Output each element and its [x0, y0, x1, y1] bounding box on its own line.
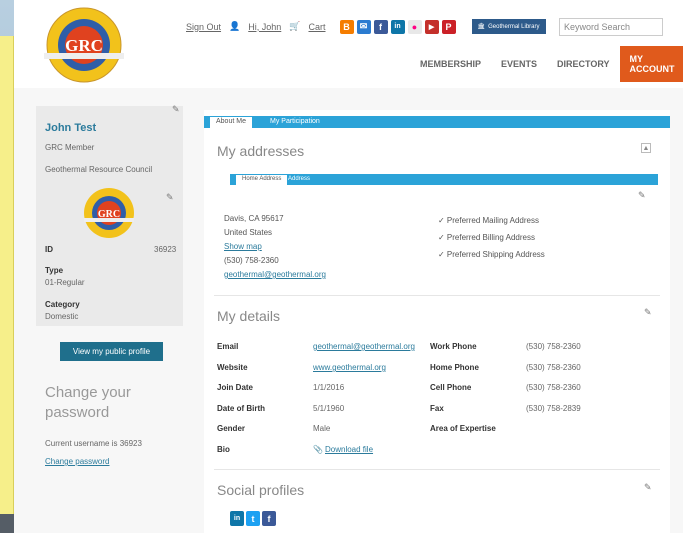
- address-tabs: Home Address Address: [230, 174, 658, 185]
- detail-bio-label: Bio: [217, 445, 230, 454]
- current-username: Current username is 36923: [45, 439, 142, 448]
- preferred-billing: ✓ Preferred Billing Address: [438, 233, 535, 242]
- linkedin-icon[interactable]: in: [230, 511, 244, 526]
- page: GRC Sign Out 👤 Hi, John 🛒 Cart B ✉ f in …: [14, 0, 683, 533]
- svg-text:GRC: GRC: [65, 36, 103, 55]
- change-password-heading: Change your password: [45, 384, 131, 421]
- detail-email-label: Email: [217, 342, 239, 351]
- detail-home-phone-label: Home Phone: [430, 363, 479, 372]
- edit-address-icon[interactable]: ✎: [638, 190, 646, 201]
- preferred-mailing: ✓ Preferred Mailing Address: [438, 216, 539, 225]
- social-profile-icons: in t f: [230, 511, 276, 526]
- detail-cell-phone-value: (530) 758-2360: [526, 383, 581, 392]
- youtube-icon[interactable]: ▶: [424, 19, 439, 34]
- detail-email-value[interactable]: geothermal@geothermal.org: [313, 342, 415, 351]
- facebook-icon[interactable]: f: [373, 19, 388, 34]
- grc-logo[interactable]: GRC: [38, 6, 130, 84]
- edit-social-icon[interactable]: ✎: [644, 482, 652, 493]
- flickr-icon[interactable]: ●: [407, 19, 422, 34]
- download-icon: 📎: [313, 445, 323, 454]
- edit-pencil-icon[interactable]: ✎: [172, 104, 180, 115]
- svg-text:GRC: GRC: [98, 209, 120, 220]
- nav-directory[interactable]: DIRECTORY: [547, 59, 620, 69]
- nav-my-account[interactable]: MY ACCOUNT: [619, 46, 683, 82]
- type-value: 01-Regular: [45, 278, 85, 287]
- view-public-profile-button[interactable]: View my public profile: [60, 342, 163, 361]
- library-icon: 🏛: [477, 24, 486, 30]
- top-links: Sign Out 👤 Hi, John 🛒 Cart B ✉ f in ● ▶ …: [186, 19, 546, 34]
- twitter-icon[interactable]: t: [246, 511, 260, 526]
- detail-gender-value: Male: [313, 424, 331, 433]
- show-map-link[interactable]: Show map: [224, 242, 262, 251]
- preferred-shipping: ✓ Preferred Shipping Address: [438, 250, 545, 259]
- type-label: Type: [45, 266, 64, 275]
- geothermal-library-button[interactable]: 🏛 Geothermal Library: [471, 19, 546, 34]
- detail-website-label: Website: [217, 363, 248, 372]
- id-value: 36923: [154, 245, 177, 254]
- detail-fax-label: Fax: [430, 404, 444, 413]
- collapse-icon[interactable]: ▲: [641, 143, 651, 153]
- detail-dob-label: Date of Birth: [217, 404, 265, 413]
- user-icon: 👤: [229, 21, 241, 31]
- profile-sidebar: ✎ John Test GRC Member Geothermal Resour…: [36, 104, 183, 326]
- detail-join-date-value: 1/1/2016: [313, 383, 345, 392]
- detail-dob-value: 5/1/1960: [313, 404, 345, 413]
- profile-tabs: About Me My Participation: [204, 116, 670, 128]
- geothermal-library-label: Geothermal Library: [488, 23, 540, 30]
- details-title: My details: [217, 308, 281, 324]
- header-social-icons: B ✉ f in ● ▶ P: [339, 19, 456, 34]
- facebook-icon[interactable]: f: [262, 511, 276, 526]
- main-content: About Me My Participation My addresses ▲…: [204, 110, 670, 533]
- tab-my-participation[interactable]: My Participation: [264, 117, 326, 128]
- hi-user-link[interactable]: Hi, John: [248, 22, 281, 32]
- address-email-link[interactable]: geothermal@geothermal.org: [224, 270, 326, 279]
- show-map-anchor[interactable]: Show map: [224, 242, 262, 251]
- nav-events[interactable]: EVENTS: [491, 59, 547, 69]
- nav-membership[interactable]: MEMBERSHIP: [410, 59, 491, 69]
- detail-expertise-label: Area of Expertise: [430, 424, 496, 433]
- email-icon[interactable]: ✉: [356, 19, 371, 34]
- address-city: Davis, CA 95617: [224, 214, 284, 223]
- category-label: Category: [45, 300, 80, 309]
- blogger-icon[interactable]: B: [339, 19, 354, 34]
- member-type: GRC Member: [45, 143, 95, 152]
- detail-home-phone-value: (530) 758-2360: [526, 363, 581, 372]
- tab-home-address[interactable]: Home Address: [236, 175, 288, 185]
- change-password-link[interactable]: Change password: [45, 457, 109, 466]
- main-nav: MEMBERSHIP EVENTS DIRECTORY MY ACCOUNT: [410, 46, 683, 82]
- address-phone: (530) 758-2360: [224, 256, 279, 265]
- site-header: GRC Sign Out 👤 Hi, John 🛒 Cart B ✉ f in …: [14, 0, 683, 88]
- detail-cell-phone-label: Cell Phone: [430, 383, 472, 392]
- edit-details-icon[interactable]: ✎: [644, 307, 652, 318]
- section-divider: [214, 295, 660, 296]
- pinterest-icon[interactable]: P: [441, 19, 456, 34]
- detail-fax-value: (530) 758-2839: [526, 404, 581, 413]
- category-value: Domestic: [45, 312, 79, 321]
- profile-name: John Test: [45, 122, 97, 134]
- bio-download-link[interactable]: Download file: [325, 445, 373, 454]
- detail-work-phone-label: Work Phone: [430, 342, 477, 351]
- tab-about-me[interactable]: About Me: [210, 117, 252, 128]
- addresses-title: My addresses: [217, 143, 305, 159]
- tab-address[interactable]: Address: [282, 175, 316, 185]
- organization: Geothermal Resource Council: [45, 165, 153, 174]
- address-email[interactable]: geothermal@geothermal.org: [224, 270, 326, 279]
- detail-work-phone-value: (530) 758-2360: [526, 342, 581, 351]
- social-profiles-title: Social profiles: [217, 482, 305, 498]
- id-label: ID: [45, 245, 53, 254]
- edit-photo-icon[interactable]: ✎: [166, 192, 174, 203]
- detail-gender-label: Gender: [217, 424, 246, 433]
- detail-website-value[interactable]: www.geothermal.org: [313, 363, 386, 372]
- address-country: United States: [224, 228, 273, 237]
- section-divider: [214, 469, 660, 470]
- cart-link[interactable]: Cart: [309, 22, 326, 32]
- keyword-search-input[interactable]: [559, 18, 663, 36]
- sign-out-link[interactable]: Sign Out: [186, 22, 221, 32]
- cart-icon: 🛒: [289, 21, 301, 31]
- linkedin-icon[interactable]: in: [390, 19, 405, 34]
- side-strip: [0, 36, 14, 514]
- profile-photo-logo: GRC: [84, 188, 134, 238]
- detail-join-date-label: Join Date: [217, 383, 254, 392]
